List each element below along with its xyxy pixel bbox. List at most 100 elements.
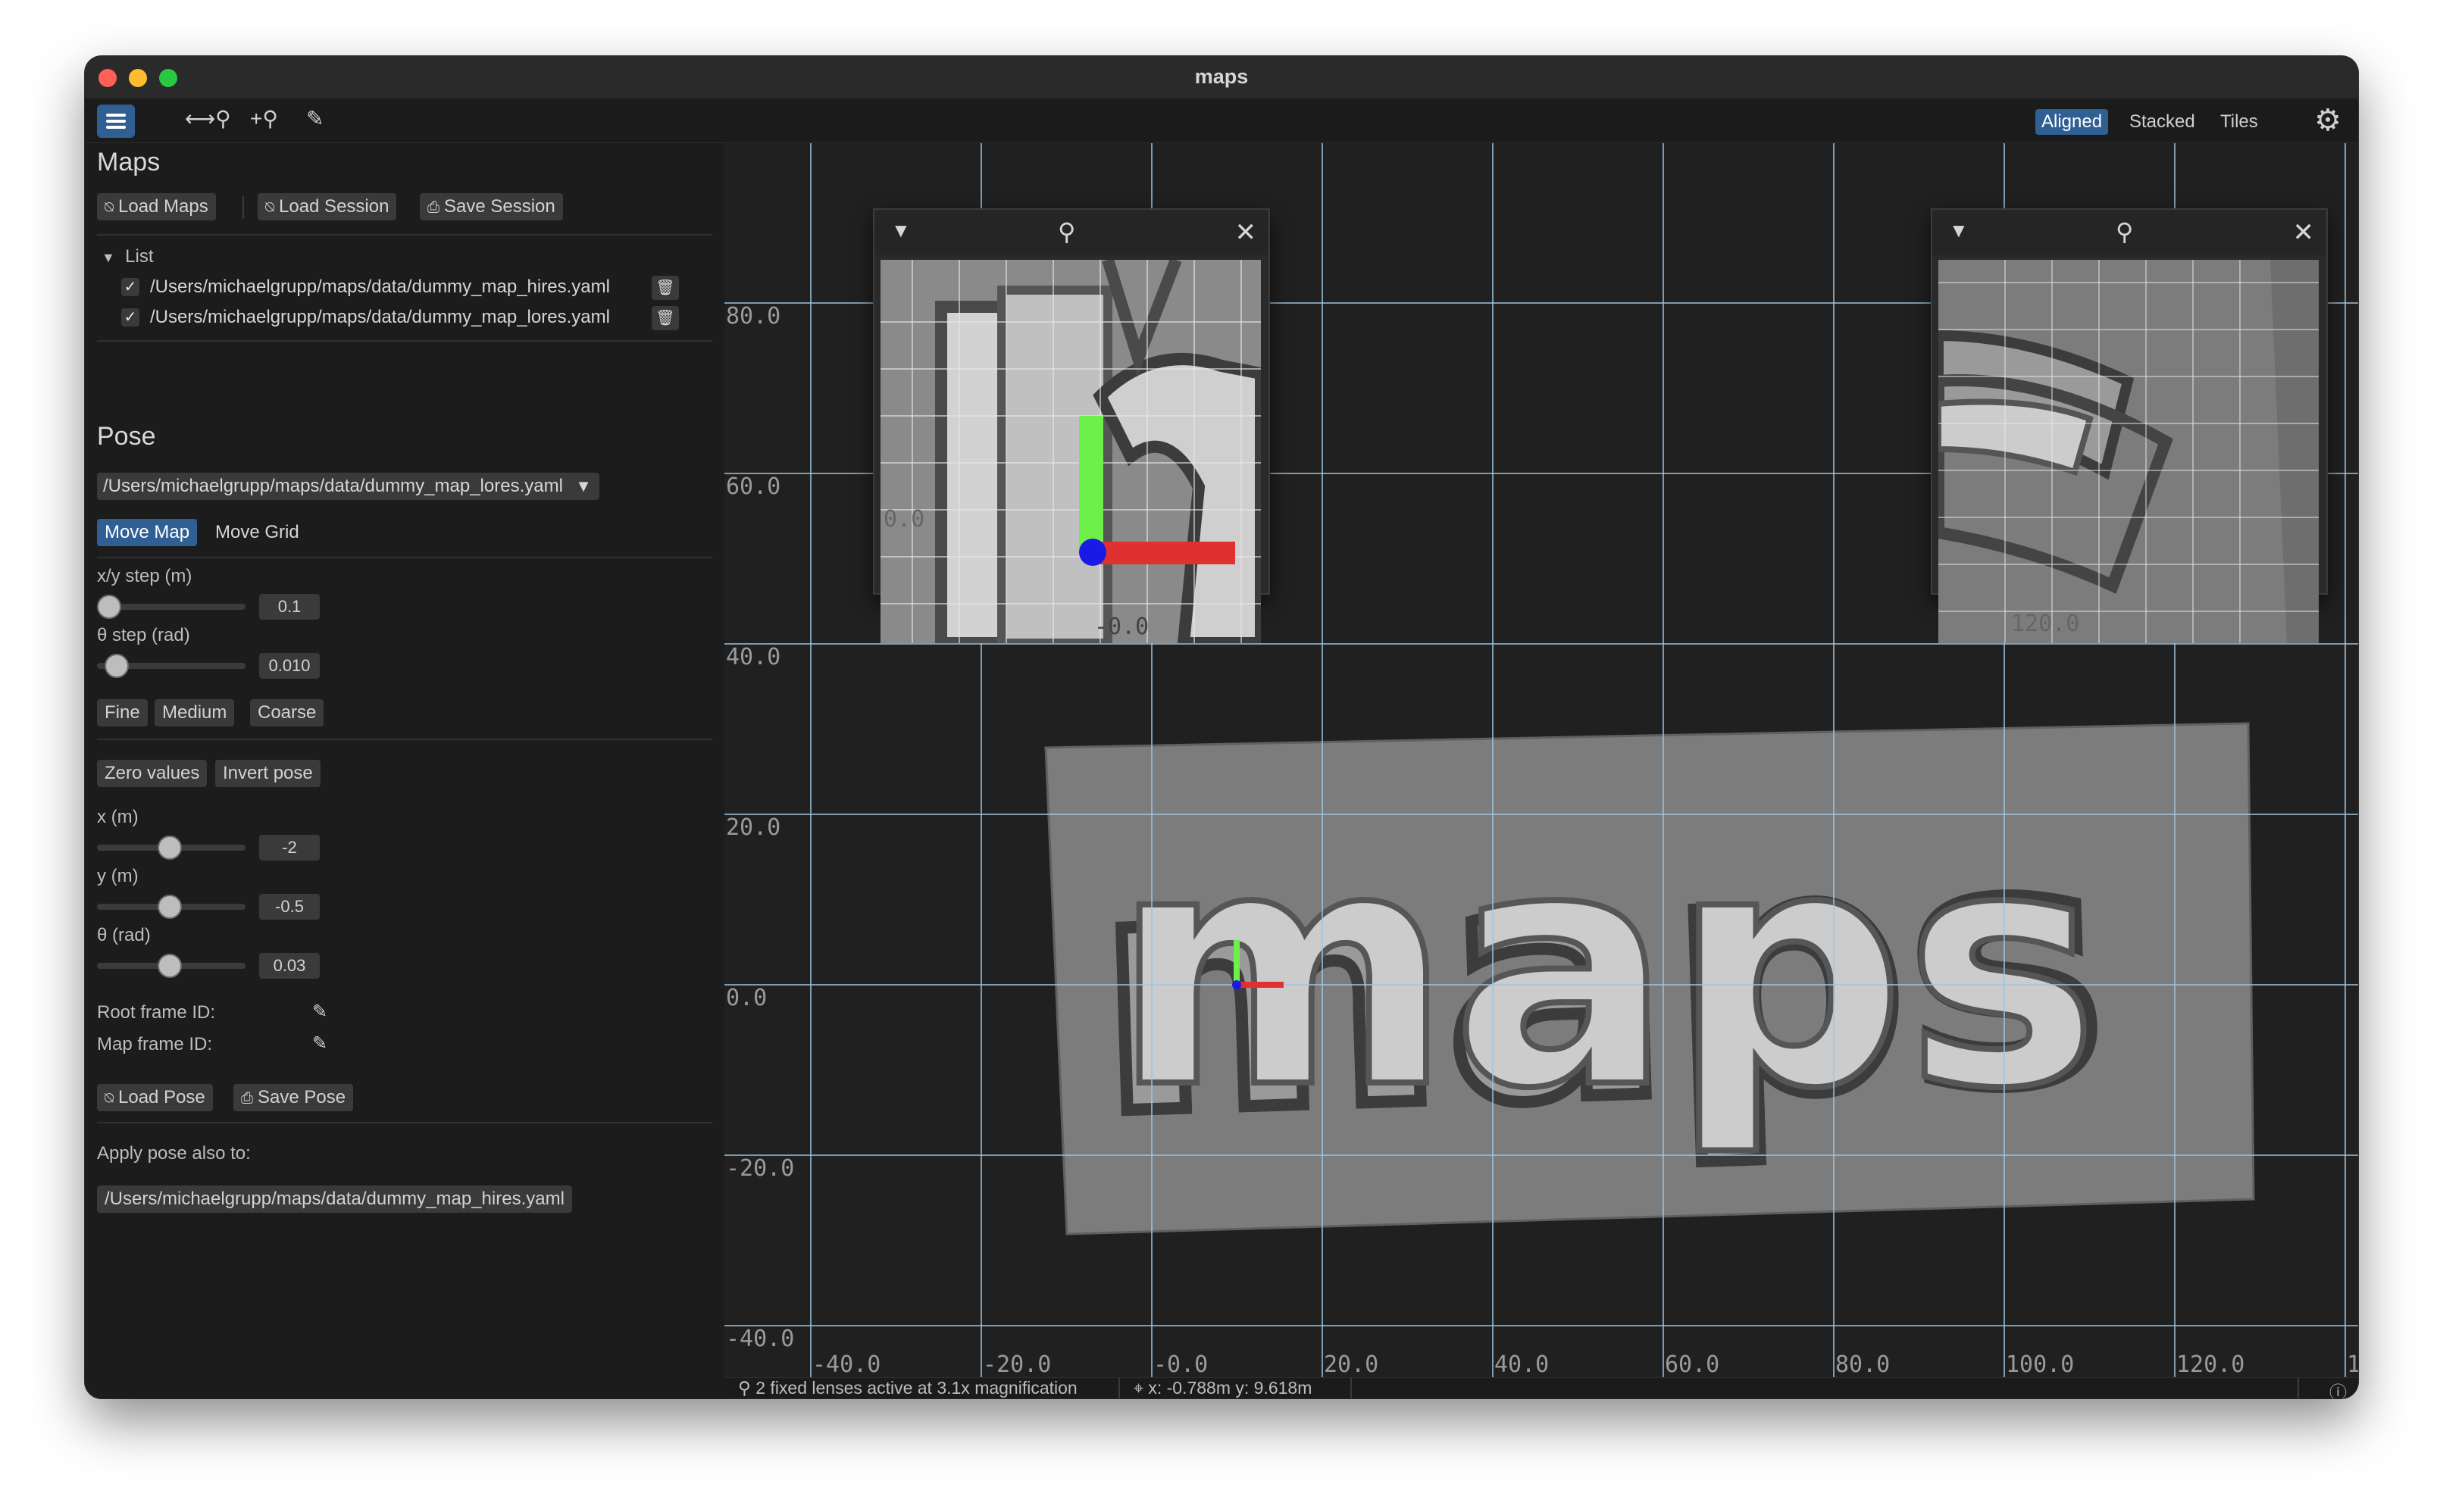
apply-also-label: Apply pose also to: <box>97 1143 251 1164</box>
x-label: x (m) <box>97 807 139 827</box>
folder-icon: ⍉ <box>105 199 114 216</box>
x-tick-label: 40.0 <box>1494 1351 1549 1377</box>
load-pose-button[interactable]: ⍉ Load Pose <box>97 1084 213 1111</box>
menu-icon[interactable] <box>97 105 135 138</box>
origin-marker <box>1232 980 1241 989</box>
window-title: maps <box>1194 65 1249 88</box>
save-pose-button[interactable]: ⎙ Save Pose <box>233 1084 354 1111</box>
x-slider-handle[interactable] <box>158 836 182 860</box>
trash-icon[interactable]: 🗑 <box>652 306 679 330</box>
y-value[interactable]: -0.5 <box>259 894 320 920</box>
x-tick-label: 60.0 <box>1665 1351 1719 1377</box>
lens-magnified-map: -0.0 0.0 <box>881 260 1261 643</box>
zoom-in-icon[interactable]: +⚲ <box>250 106 278 131</box>
list-item: ✓ /Users/michaelgrupp/maps/data/dummy_ma… <box>121 304 720 333</box>
coarse-button[interactable]: Coarse <box>250 699 324 726</box>
view-aligned-button[interactable]: Aligned <box>2035 109 2109 135</box>
save-pose-label: Save Pose <box>258 1087 346 1107</box>
fine-button[interactable]: Fine <box>97 699 148 726</box>
view-tiles-button[interactable]: Tiles <box>2214 109 2264 135</box>
move-map-button[interactable]: Move Map <box>97 519 198 546</box>
apply-also-item[interactable]: /Users/michaelgrupp/maps/data/dummy_map_… <box>97 1186 572 1213</box>
x-tick-label: 80.0 <box>1835 1351 1890 1377</box>
x-tick-label: -40.0 <box>812 1351 881 1377</box>
map-canvas[interactable]: maps maps 80.0 60.0 40.0 20.0 0.0 -20.0 … <box>724 143 2358 1377</box>
y-tick-label: 0.0 <box>726 985 767 1011</box>
root-frame-label: Root frame ID: <box>97 1002 216 1023</box>
lens-window[interactable]: ▼ ⚲ ✕ 120.0 <box>1931 208 2328 643</box>
lens-magnified-map: 120.0 <box>1938 260 2319 643</box>
y-slider-handle[interactable] <box>158 895 182 919</box>
collapse-icon[interactable]: ▼ <box>1949 219 1969 242</box>
map-path: /Users/michaelgrupp/maps/data/dummy_map_… <box>150 276 610 297</box>
pose-section-title: Pose <box>97 422 156 451</box>
maps-section-title: Maps <box>97 148 161 177</box>
theta-slider-handle[interactable] <box>158 954 182 978</box>
info-icon[interactable]: ⓘ <box>2329 1378 2347 1398</box>
gear-icon[interactable]: ⚙ <box>2314 103 2341 138</box>
theta-step-slider-handle[interactable] <box>105 654 129 678</box>
list-item: ✓ /Users/michaelgrupp/maps/data/dummy_ma… <box>121 273 720 302</box>
load-pose-label: Load Pose <box>118 1087 205 1107</box>
map-path: /Users/michaelgrupp/maps/data/dummy_map_… <box>150 307 610 327</box>
view-stacked-button[interactable]: Stacked <box>2123 109 2201 135</box>
list-label: List <box>125 246 154 267</box>
y-tick-label: 60.0 <box>726 473 780 500</box>
move-grid-button[interactable]: Move Grid <box>215 522 299 543</box>
lens-status-text: 2 fixed lenses active at 3.1x magnificat… <box>755 1378 1078 1398</box>
status-bar: ⚲ 2 fixed lenses active at 3.1x magnific… <box>724 1377 2358 1398</box>
lens-header: ▼ ⚲ ✕ <box>874 210 1268 255</box>
map-checkbox[interactable]: ✓ <box>121 278 139 296</box>
divider <box>97 340 712 342</box>
divider <box>97 1122 712 1123</box>
pencil-icon[interactable]: ✎ <box>306 106 324 131</box>
load-session-label: Load Session <box>279 196 389 217</box>
map-text: maps <box>1112 781 2099 1160</box>
y-tick-label: 80.0 <box>726 303 780 330</box>
medium-button[interactable]: Medium <box>155 699 235 726</box>
folder-icon: ⍉ <box>265 199 274 216</box>
load-maps-button[interactable]: ⍉ Load Maps <box>97 193 216 220</box>
xy-step-slider-handle[interactable] <box>97 595 121 619</box>
save-session-label: Save Session <box>444 196 555 217</box>
zero-values-button[interactable]: Zero values <box>97 760 208 787</box>
y-tick-label: -20.0 <box>726 1155 794 1182</box>
y-tick-label: 20.0 <box>726 814 780 841</box>
pencil-icon[interactable]: ✎ <box>312 1001 327 1023</box>
map-select-dropdown[interactable]: /Users/michaelgrupp/maps/data/dummy_map_… <box>97 473 599 500</box>
y-tick-label: 40.0 <box>726 644 780 670</box>
lens-y-tick-label: 0.0 <box>884 506 924 533</box>
trash-icon[interactable]: 🗑 <box>652 276 679 300</box>
xy-step-value[interactable]: 0.1 <box>259 594 320 620</box>
divider <box>97 557 712 558</box>
x-value[interactable]: -2 <box>259 835 320 861</box>
theta-step-label: θ step (rad) <box>97 625 190 645</box>
theta-step-value[interactable]: 0.010 <box>259 653 320 679</box>
map-frame-label: Map frame ID: <box>97 1034 213 1054</box>
map-checkbox[interactable]: ✓ <box>121 308 139 326</box>
origin-marker <box>1079 539 1106 566</box>
y-tick-label: -40.0 <box>726 1326 794 1352</box>
invert-pose-button[interactable]: Invert pose <box>215 760 321 787</box>
lens-view: -0.0 0.0 <box>881 260 1261 643</box>
save-session-button[interactable]: ⎙ Save Session <box>420 193 563 220</box>
list-toggle[interactable]: ▼ List <box>102 246 154 267</box>
x-tick-label: -0.0 <box>1153 1351 1208 1377</box>
x-tick-label: 120.0 <box>2176 1351 2244 1377</box>
lens-window[interactable]: ▼ ⚲ ✕ -0.0 0.0 <box>873 208 1270 643</box>
close-icon[interactable]: ✕ <box>1235 217 1257 248</box>
load-session-button[interactable]: ⍉ Load Session <box>258 193 397 220</box>
cursor-coords-text: x: -0.788m y: 9.618m <box>1148 1378 1312 1398</box>
folder-icon: ⍉ <box>105 1090 114 1107</box>
map-select-value: /Users/michaelgrupp/maps/data/dummy_map_… <box>103 476 563 496</box>
lens-x-tick-label: -0.0 <box>1094 614 1149 640</box>
crosshair-icon: ⌖ <box>1134 1378 1143 1398</box>
collapse-icon[interactable]: ▼ <box>891 219 911 242</box>
ruler-search-icon[interactable]: ⟷⚲ <box>185 106 231 131</box>
theta-value[interactable]: 0.03 <box>259 953 320 979</box>
map-hires-layer: maps maps <box>1044 722 2255 1236</box>
pencil-icon[interactable]: ✎ <box>312 1032 327 1054</box>
toolbar-divider <box>242 196 244 219</box>
sidebar: Maps ⍉ Load Maps ⍉ Load Session ⎙ Save Sess… <box>85 143 726 1377</box>
close-icon[interactable]: ✕ <box>2293 217 2315 248</box>
